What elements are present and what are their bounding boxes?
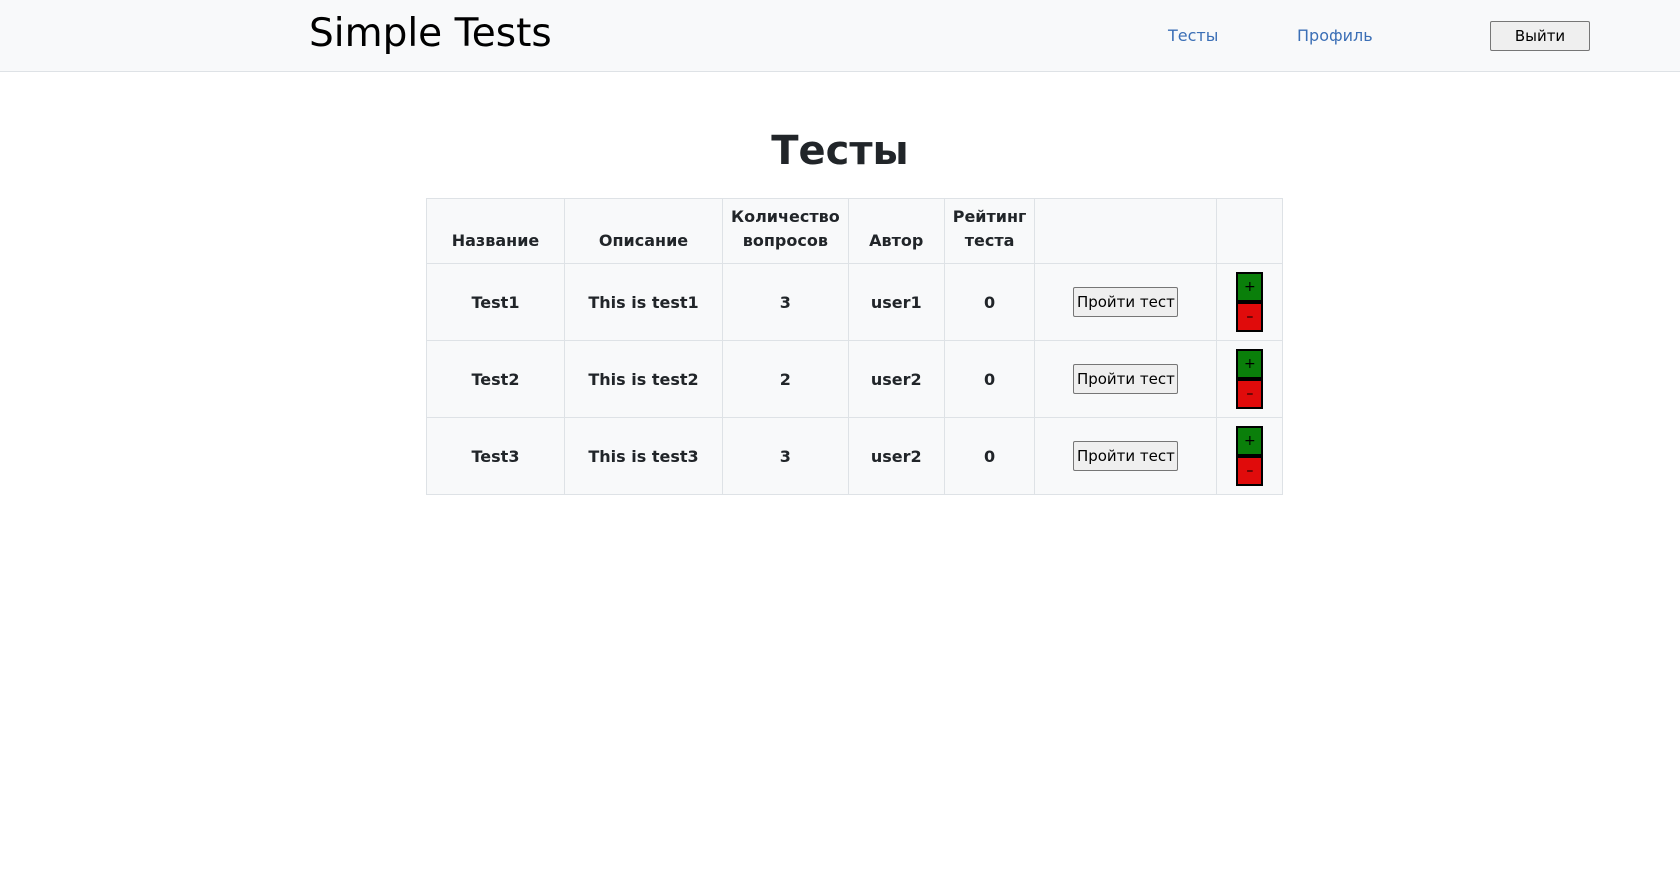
question-count-cell: 3 [722,417,849,495]
vote-group: + – [1236,272,1264,332]
table-header-row: Название Описание Количество вопросов Ав… [426,198,1284,264]
take-test-button[interactable]: Пройти тест [1073,441,1179,471]
action-cell: Пройти тест [1034,263,1218,341]
downvote-button[interactable]: – [1236,302,1264,332]
take-test-button[interactable]: Пройти тест [1073,287,1179,317]
rating-cell: 0 [943,263,1036,341]
table-row: Test1 This is test1 3 user1 0 Пройти тес… [426,263,1284,341]
downvote-button[interactable]: – [1236,379,1264,409]
vote-group: + – [1236,426,1264,486]
author-cell: user2 [847,340,945,418]
column-header-name: Название [426,198,565,264]
column-header-vote [1216,198,1284,264]
column-header-action [1034,198,1218,264]
question-count-cell: 2 [722,340,849,418]
logout-button[interactable]: Выйти [1490,21,1590,51]
vote-cell: + – [1216,340,1284,418]
table-row: Test3 This is test3 3 user2 0 Пройти тес… [426,417,1284,495]
author-cell: user2 [847,417,945,495]
column-header-rating: Рейтинг теста [943,198,1036,264]
tests-table: Название Описание Количество вопросов Ав… [426,198,1284,495]
rating-cell: 0 [943,340,1036,418]
navbar: Simple Tests Тесты Профиль Выйти [0,0,1680,72]
column-header-description: Описание [564,198,723,264]
test-name-cell: Test1 [426,263,565,341]
vote-group: + – [1236,349,1264,409]
upvote-button[interactable]: + [1236,349,1264,379]
upvote-button[interactable]: + [1236,426,1264,456]
table-row: Test2 This is test2 2 user2 0 Пройти тес… [426,340,1284,418]
vote-cell: + – [1216,263,1284,341]
nav-link-tests[interactable]: Тесты [1168,26,1218,46]
action-cell: Пройти тест [1034,340,1218,418]
upvote-button[interactable]: + [1236,272,1264,302]
test-description-cell: This is test1 [564,263,723,341]
question-count-cell: 3 [722,263,849,341]
nav-link-profile[interactable]: Профиль [1297,26,1373,46]
test-name-cell: Test2 [426,340,565,418]
brand-logo[interactable]: Simple Tests [309,10,552,58]
author-cell: user1 [847,263,945,341]
column-header-question-count: Количество вопросов [722,198,849,264]
column-header-author: Автор [847,198,945,264]
rating-cell: 0 [943,417,1036,495]
vote-cell: + – [1216,417,1284,495]
take-test-button[interactable]: Пройти тест [1073,364,1179,394]
test-description-cell: This is test3 [564,417,723,495]
page-title: Тесты [771,128,909,174]
test-description-cell: This is test2 [564,340,723,418]
action-cell: Пройти тест [1034,417,1218,495]
downvote-button[interactable]: – [1236,456,1264,486]
test-name-cell: Test3 [426,417,565,495]
